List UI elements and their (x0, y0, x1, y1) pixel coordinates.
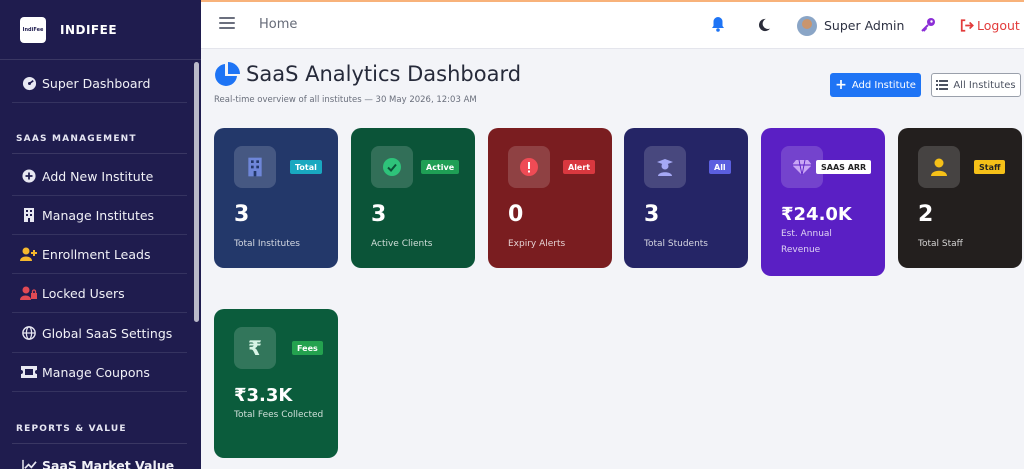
badge-active: Active (421, 160, 460, 174)
stat-label: Total Institutes (234, 239, 300, 249)
building-icon (20, 206, 38, 224)
badge-staff: Staff (974, 160, 1006, 174)
add-institute-button[interactable]: + Add Institute (830, 73, 921, 97)
brand-logo: IndiFee (20, 16, 46, 43)
stat-card-total-staff[interactable]: Staff 2 Total Staff (898, 128, 1022, 268)
list-icon (936, 80, 949, 90)
check-circle-icon (371, 146, 413, 188)
stat-label: Total Students (644, 239, 708, 249)
sidebar-item-super-dashboard[interactable]: Super Dashboard (12, 64, 187, 103)
page-subtitle: Real-time overview of all institutes — 3… (214, 95, 477, 105)
sidebar-item-label: Locked Users (42, 285, 125, 301)
sidebar: IndiFee INDIFEE Super Dashboard SAAS MAN… (0, 0, 201, 469)
rupee-icon: ₹ (234, 327, 276, 369)
staff-icon (918, 146, 960, 188)
all-institutes-label: All Institutes (953, 79, 1016, 91)
stat-label: Expiry Alerts (508, 239, 566, 249)
ticket-icon (20, 363, 38, 381)
avatar[interactable] (797, 16, 817, 36)
chart-line-icon (20, 457, 38, 469)
pie-chart-icon (214, 62, 240, 92)
stat-label: Total Fees Collected (234, 410, 324, 420)
sidebar-item-label: Manage Coupons (42, 364, 150, 380)
stat-label: Total Staff (918, 239, 963, 249)
stat-card-total-institutes[interactable]: Total 3 Total Institutes (214, 128, 338, 268)
brand[interactable]: IndiFee INDIFEE (0, 0, 201, 60)
stat-label: Active Clients (371, 239, 433, 249)
sidebar-item-locked-users[interactable]: Locked Users (12, 274, 187, 313)
user-lock-icon (20, 284, 38, 302)
sidebar-item-enrollment-leads[interactable]: Enrollment Leads (12, 235, 187, 274)
topbar: Home Super Admin Logout (201, 0, 1024, 49)
hamburger-menu-icon[interactable] (219, 17, 235, 33)
divider (12, 443, 187, 444)
stat-value: 0 (508, 202, 524, 227)
stat-card-total-students[interactable]: All 3 Total Students (624, 128, 748, 268)
sidebar-scrollbar[interactable] (194, 62, 199, 322)
bell-icon[interactable] (711, 16, 725, 36)
stat-card-active-clients[interactable]: Active 3 Active Clients (351, 128, 475, 268)
exclamation-circle-icon (508, 146, 550, 188)
divider (12, 153, 187, 154)
plus-icon: + (835, 77, 847, 93)
stat-card-est-annual-revenue[interactable]: SAAS ARR ₹24.0K Est. Annual Revenue (761, 128, 885, 276)
sidebar-item-label: SaaS Market Value (42, 458, 175, 469)
stat-value: 3 (644, 202, 660, 227)
user-plus-icon (20, 245, 38, 263)
add-institute-label: Add Institute (851, 79, 916, 91)
speedometer-icon (20, 74, 38, 92)
section-saas-management: SAAS MANAGEMENT (16, 134, 137, 144)
sidebar-item-saas-market-value[interactable]: SaaS Market Value (12, 446, 187, 469)
brand-name: INDIFEE (60, 22, 118, 37)
graduate-icon (644, 146, 686, 188)
logout-icon (960, 19, 974, 32)
sidebar-item-manage-institutes[interactable]: Manage Institutes (12, 196, 187, 235)
sidebar-item-manage-coupons[interactable]: Manage Coupons (12, 353, 187, 392)
user-name[interactable]: Super Admin (824, 18, 904, 33)
sidebar-item-label: Manage Institutes (42, 207, 155, 223)
breadcrumb-home[interactable]: Home (259, 17, 297, 32)
page-title: SaaS Analytics Dashboard (246, 62, 522, 86)
building-icon (234, 146, 276, 188)
moon-icon[interactable] (757, 17, 771, 36)
stat-value: 2 (918, 202, 934, 227)
badge-fees: Fees (292, 341, 323, 355)
all-institutes-button[interactable]: All Institutes (931, 73, 1021, 97)
badge-all: All (709, 160, 731, 174)
stat-value: ₹3.3K (234, 385, 293, 406)
sidebar-item-label: Add New Institute (42, 168, 154, 184)
stat-card-expiry-alerts[interactable]: Alert 0 Expiry Alerts (488, 128, 612, 268)
logout-button[interactable]: Logout (960, 18, 1020, 33)
sidebar-item-global-saas-settings[interactable]: Global SaaS Settings (12, 314, 187, 353)
key-icon[interactable] (920, 17, 936, 37)
sidebar-item-label: Enrollment Leads (42, 246, 151, 262)
stat-card-total-fees-collected[interactable]: ₹ Fees ₹3.3K Total Fees Collected (214, 309, 338, 458)
globe-icon (20, 324, 38, 342)
sidebar-item-label: Super Dashboard (42, 75, 151, 91)
badge-alert: Alert (563, 160, 596, 174)
section-reports-value: REPORTS & VALUE (16, 424, 127, 434)
badge-total: Total (290, 160, 322, 174)
logout-label: Logout (977, 18, 1020, 33)
stat-value: 3 (371, 202, 387, 227)
stat-value: 3 (234, 202, 250, 227)
sidebar-item-label: Global SaaS Settings (42, 325, 173, 341)
stat-value: ₹24.0K (781, 204, 852, 225)
stat-label: Est. Annual Revenue (781, 229, 832, 255)
badge-saas-arr: SAAS ARR (816, 160, 872, 174)
plus-circle-icon (20, 167, 38, 185)
sidebar-item-add-new-institute[interactable]: Add New Institute (12, 157, 187, 196)
